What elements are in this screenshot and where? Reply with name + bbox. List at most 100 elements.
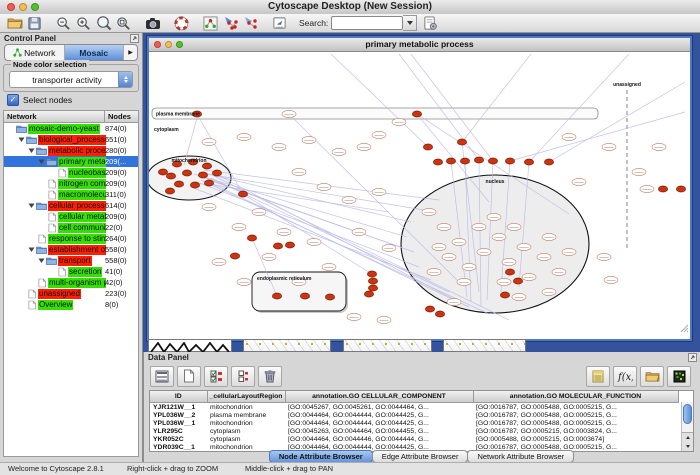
- column-header[interactable]: annotation.GO CELLULAR_COMPONENT: [285, 391, 473, 403]
- tree-row-multi-organism-pro[interactable]: multi-organism pro42(0): [4, 277, 138, 288]
- tree-row-establishment-of-lo[interactable]: establishment of lo558(0): [4, 244, 138, 255]
- gene-node[interactable]: [277, 228, 291, 235]
- highlighted-gene-node[interactable]: [505, 269, 514, 275]
- select-nodes-checkbox[interactable]: ✓: [7, 94, 19, 106]
- gene-node[interactable]: [272, 143, 286, 150]
- gene-node[interactable]: [392, 118, 406, 125]
- highlighted-gene-node[interactable]: [435, 311, 444, 317]
- column-header[interactable]: _cellularLayoutRegion: [207, 391, 285, 403]
- gene-node[interactable]: [202, 203, 216, 210]
- network-window-titlebar[interactable]: primary metabolic process: [149, 38, 690, 52]
- gene-node[interactable]: [507, 223, 521, 230]
- column-header[interactable]: annotation.GO MOLECULAR_FUNCTION: [473, 391, 678, 403]
- gene-node[interactable]: [477, 248, 491, 255]
- attribute-table-header[interactable]: ID_cellularLayoutRegionannotation.GO CEL…: [150, 391, 678, 403]
- gene-node[interactable]: [602, 143, 616, 150]
- highlighted-gene-node[interactable]: [247, 235, 256, 241]
- column-header[interactable]: ID: [150, 391, 207, 403]
- gene-node[interactable]: [552, 268, 566, 275]
- highlighted-gene-node[interactable]: [204, 180, 213, 186]
- new-attribute-button[interactable]: [177, 366, 201, 387]
- highlighted-gene-node[interactable]: [412, 111, 421, 117]
- app-titlebar[interactable]: Cytoscape Desktop (New Session): [0, 0, 700, 15]
- highlighted-gene-node[interactable]: [190, 182, 199, 188]
- minimize-icon[interactable]: [165, 41, 172, 48]
- mosaic-button[interactable]: [667, 366, 691, 387]
- save-session-button[interactable]: [26, 15, 43, 32]
- gene-node[interactable]: [322, 263, 336, 270]
- gene-node[interactable]: [342, 196, 356, 203]
- gene-node[interactable]: [640, 185, 654, 192]
- highlighted-gene-node[interactable]: [676, 186, 685, 192]
- zoom-fit-button[interactable]: [95, 15, 112, 32]
- zoom-selected-button[interactable]: [115, 15, 132, 32]
- tree-row-cell-communicat[interactable]: cell communicat22(0): [4, 222, 138, 233]
- gene-node[interactable]: [292, 168, 306, 175]
- highlighted-gene-node[interactable]: [165, 188, 174, 194]
- highlighted-gene-node[interactable]: [474, 157, 483, 163]
- highlighted-gene-node[interactable]: [300, 293, 309, 299]
- gene-node[interactable]: [472, 223, 486, 230]
- gene-node[interactable]: [542, 288, 556, 295]
- zoom-out-button[interactable]: [55, 15, 72, 32]
- maximize-icon[interactable]: [176, 41, 183, 48]
- gene-node[interactable]: [572, 178, 586, 185]
- delete-attribute-button[interactable]: [258, 366, 282, 387]
- help-button[interactable]: [173, 15, 190, 32]
- background-window-thumbnail[interactable]: [343, 339, 432, 352]
- highlighted-gene-node[interactable]: [460, 158, 469, 164]
- gene-node[interactable]: [447, 298, 461, 305]
- table-row[interactable]: YLR295Ccytoplasm[GO:0045263, GO:0044464,…: [150, 427, 678, 435]
- tab-mosaic[interactable]: Mosaic: [65, 45, 125, 60]
- gene-node[interactable]: [422, 208, 436, 215]
- gene-node[interactable]: [632, 168, 646, 175]
- gene-node[interactable]: [317, 183, 331, 190]
- gene-node[interactable]: [652, 143, 666, 150]
- highlighted-gene-node[interactable]: [238, 191, 247, 197]
- gene-node[interactable]: [537, 253, 551, 260]
- minimize-icon[interactable]: [19, 3, 27, 11]
- gene-node[interactable]: [427, 268, 441, 275]
- highlighted-gene-node[interactable]: [367, 271, 376, 277]
- disclosure-triangle-icon[interactable]: [17, 136, 25, 143]
- open-session-button[interactable]: [6, 15, 23, 32]
- disclosure-triangle-icon[interactable]: [27, 246, 35, 253]
- scrollbar-thumb[interactable]: [683, 404, 692, 424]
- gene-node[interactable]: [252, 208, 266, 215]
- gene-node[interactable]: [442, 253, 456, 260]
- highlighted-gene-node[interactable]: [212, 170, 221, 176]
- highlighted-gene-node[interactable]: [658, 186, 667, 192]
- gene-node[interactable]: [492, 233, 506, 240]
- highlighted-gene-node[interactable]: [166, 173, 175, 179]
- table-row[interactable]: YKR052Ccytoplasm[GO:0044464, GO:0044446,…: [150, 435, 678, 443]
- import-attributes-button[interactable]: [640, 366, 664, 387]
- tree-row-secretion[interactable]: secretion41(0): [4, 266, 138, 277]
- network-overview-button[interactable]: [202, 15, 219, 32]
- scroll-up-icon[interactable]: [686, 436, 690, 439]
- disclosure-triangle-icon[interactable]: [27, 202, 35, 209]
- highlighted-gene-node[interactable]: [368, 278, 377, 284]
- highlighted-gene-node[interactable]: [433, 159, 442, 165]
- highlighted-gene-node[interactable]: [182, 170, 191, 176]
- close-icon[interactable]: [7, 3, 15, 11]
- tree-row-biological-process[interactable]: biological_process651(0): [4, 134, 138, 145]
- tree-row-cellular-process[interactable]: cellular process614(0): [4, 200, 138, 211]
- gene-node[interactable]: [487, 213, 501, 220]
- unselect-attributes-button[interactable]: [231, 366, 255, 387]
- gene-node[interactable]: [522, 273, 536, 280]
- network-canvas-area[interactable]: plasma membranecytoplasmmitochondrionnuc…: [149, 52, 690, 339]
- highlighted-gene-node[interactable]: [505, 158, 514, 164]
- gene-node[interactable]: [332, 148, 346, 155]
- gene-node[interactable]: [212, 258, 226, 265]
- snapshot-button[interactable]: [144, 15, 161, 32]
- gene-node[interactable]: [372, 188, 386, 195]
- gene-node[interactable]: [462, 263, 476, 270]
- gene-node[interactable]: [377, 316, 391, 323]
- formula-builder-button[interactable]: f(x): [613, 366, 637, 387]
- highlighted-gene-node[interactable]: [524, 159, 533, 165]
- gene-node[interactable]: [502, 258, 516, 265]
- tree-row-unassigned[interactable]: unassigned223(0): [4, 288, 138, 299]
- highlighted-gene-node[interactable]: [446, 158, 455, 164]
- gene-node[interactable]: [372, 131, 386, 138]
- gene-node[interactable]: [597, 253, 611, 260]
